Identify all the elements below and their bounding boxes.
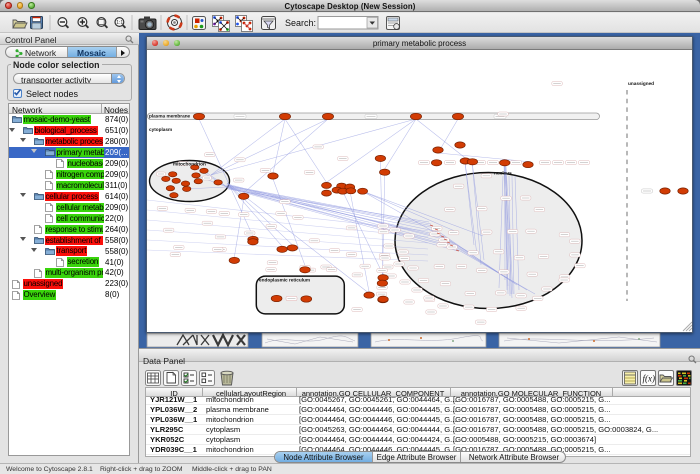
svg-text:unassigned: unassigned	[628, 81, 654, 86]
svg-text:nucleus: nucleus	[494, 171, 512, 176]
svg-text:f(x): f(x)	[643, 374, 656, 384]
svg-text:Search:: Search:	[285, 18, 316, 28]
svg-text:1:1: 1:1	[116, 20, 123, 26]
svg-text:endoplasmic reticulum: endoplasmic reticulum	[259, 278, 310, 283]
svg-text:plasma membrane: plasma membrane	[149, 114, 191, 119]
svg-text:mitochondrion: mitochondrion	[173, 162, 206, 167]
svg-text:cytoplasm: cytoplasm	[149, 127, 172, 132]
